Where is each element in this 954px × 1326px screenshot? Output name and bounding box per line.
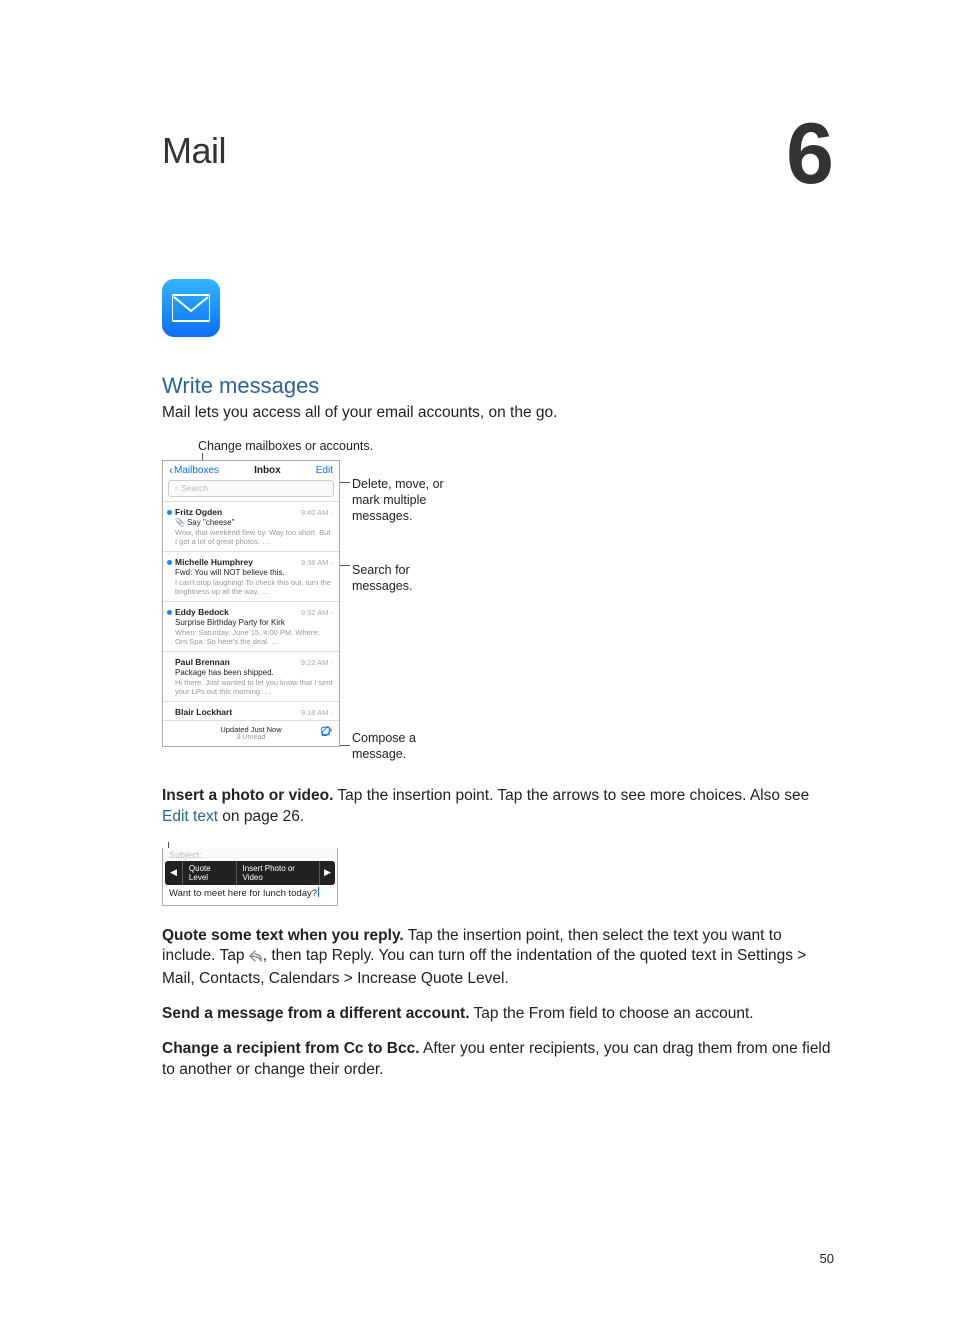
edit-button[interactable]: Edit (316, 465, 333, 476)
section-title: Write messages (162, 373, 834, 399)
text-edit-menu: ◀ Quote Level Insert Photo or Video ▶ (165, 861, 335, 885)
message-row[interactable]: Eddy Bedock9:32 AM Surprise Birthday Par… (163, 601, 339, 651)
compose-body-text[interactable]: Want to meet here for lunch today? (163, 885, 337, 905)
message-row[interactable]: Fritz Ogden9:40 AM 📎Say "cheese" Wow, th… (163, 501, 339, 551)
insert-photo-video-button[interactable]: Insert Photo or Video (236, 861, 320, 885)
section-intro: Mail lets you access all of your email a… (162, 403, 834, 424)
subject-field-label: Subject: (163, 848, 337, 861)
search-input[interactable]: ⌕ Search (168, 480, 334, 497)
text-cursor (318, 887, 319, 897)
callout-change-mailbox: Change mailboxes or accounts. (198, 438, 373, 454)
footer-unread: 3 Unread (237, 734, 266, 741)
edit-menu-figure: Subject: ◀ Quote Level Insert Photo or V… (162, 842, 342, 906)
message-row[interactable]: Paul Brennan9:22 AM Package has been shi… (163, 651, 339, 701)
footer-updated: Updated Just Now (220, 725, 281, 734)
inbox-screenshot: ‹Mailboxes Inbox Edit ⌕ Search Fritz Ogd… (162, 460, 340, 747)
menu-right-arrow[interactable]: ▶ (319, 861, 335, 885)
page-number: 50 (162, 1251, 834, 1266)
chapter-title: Mail (162, 130, 226, 172)
attachment-icon: 📎 (175, 518, 185, 527)
message-row[interactable]: Michelle Humphrey9:38 AM Fwd: You will N… (163, 551, 339, 601)
inbox-figure: Change mailboxes or accounts. Delete, mo… (162, 438, 662, 768)
reply-icon (249, 948, 263, 969)
callout-edit: Delete, move, or mark multiple messages. (352, 476, 472, 525)
cc-bcc-paragraph: Change a recipient from Cc to Bcc. After… (162, 1039, 834, 1081)
insert-photo-paragraph: Insert a photo or video. Tap the inserti… (162, 786, 834, 828)
inbox-title: Inbox (254, 465, 281, 476)
mail-app-icon (162, 279, 220, 337)
menu-left-arrow[interactable]: ◀ (165, 861, 182, 885)
message-row[interactable]: Blair Lockhart9:18 AM (163, 701, 339, 720)
quote-text-paragraph: Quote some text when you reply. Tap the … (162, 926, 834, 991)
callout-search: Search for messages. (352, 562, 452, 595)
callout-compose: Compose a message. (352, 730, 452, 763)
quote-level-button[interactable]: Quote Level (182, 861, 236, 885)
different-account-paragraph: Send a message from a different account.… (162, 1004, 834, 1025)
edit-text-link[interactable]: Edit text (162, 808, 218, 825)
chapter-number: 6 (786, 120, 834, 189)
compose-button[interactable] (321, 724, 333, 742)
back-mailboxes-button[interactable]: ‹Mailboxes (169, 465, 219, 476)
